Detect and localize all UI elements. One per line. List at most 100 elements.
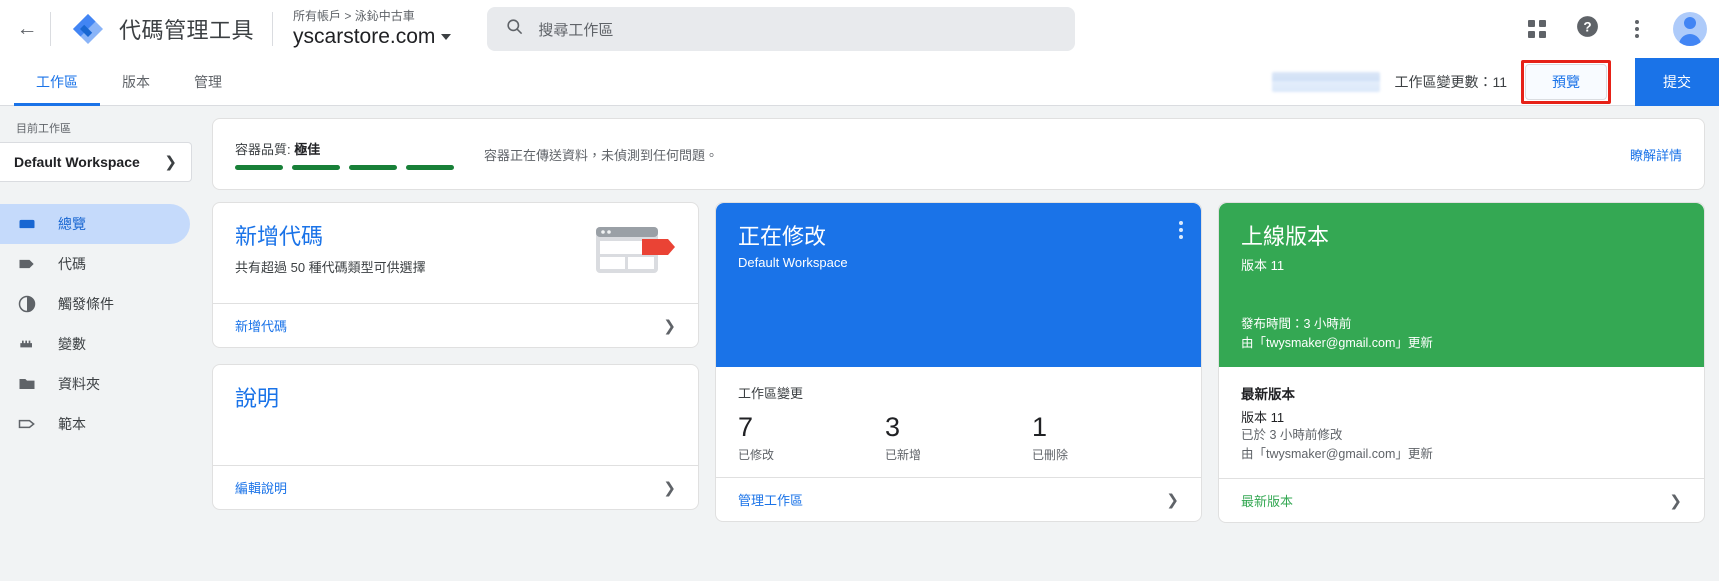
stat-deleted-value: 1	[1032, 412, 1048, 442]
avatar[interactable]	[1673, 12, 1707, 46]
chevron-right-icon: ❯	[164, 154, 177, 171]
sidebar-item-variables-label: 變數	[58, 336, 86, 352]
help-card-head: 說明	[213, 365, 698, 465]
breadcrumb: 所有帳戶 > 泳鈊中古車	[293, 8, 415, 23]
preview-button-wrapper: 預覽	[1521, 59, 1611, 104]
chevron-right-icon: ❯	[1669, 492, 1682, 510]
live-version-meta: 發布時間：3 小時前 由「twysmaker@gmail.com」更新	[1241, 315, 1682, 353]
main-content: 容器品質: 極佳 容器正在傳送資料，未偵測到任何問題。 瞭解詳情 新增代碼 共有…	[202, 106, 1719, 581]
help-circle-icon: ?	[1575, 14, 1600, 44]
tab-admin[interactable]: 管理	[172, 58, 244, 105]
product-name: 代碼管理工具	[119, 18, 255, 43]
help-button[interactable]: ?	[1565, 7, 1609, 51]
help-card-footer[interactable]: 編輯說明 ❯	[213, 465, 698, 509]
new-tag-subtitle: 共有超過 50 種代碼類型可供選擇	[235, 260, 426, 275]
header-actions: ?	[1515, 7, 1707, 51]
workspace-card-subtitle: Default Workspace	[738, 255, 848, 270]
chevron-down-icon	[441, 33, 452, 40]
sidebar: 目前工作區 Default Workspace ❯ 總覽 代碼 觸發條件 變數 …	[0, 106, 202, 581]
stat-added: 3 已新增	[885, 410, 1032, 463]
quality-left: 容器品質: 極佳	[235, 139, 454, 170]
tab-versions[interactable]: 版本	[100, 58, 172, 105]
container-name: yscarstore.com	[293, 24, 436, 48]
live-version-card-footer[interactable]: 最新版本 ❯	[1219, 478, 1704, 522]
apps-grid-button[interactable]	[1515, 7, 1559, 51]
quality-bar	[235, 164, 283, 170]
sidebar-item-triggers-label: 觸發條件	[58, 296, 114, 312]
workspace-changes-value: 11	[1492, 73, 1507, 90]
latest-version-footer-label: 最新版本	[1241, 494, 1294, 509]
tab-admin-label: 管理	[194, 73, 222, 90]
quality-title-prefix: 容器品質:	[235, 141, 291, 157]
sidebar-item-triggers[interactable]: 觸發條件	[0, 284, 190, 324]
tab-bar: 工作區 版本 管理 工作區變更數：11 預覽 提交	[0, 57, 1719, 106]
stat-modified-caption: 已修改	[738, 448, 775, 462]
variable-icon	[16, 333, 38, 355]
workspace-changes-count: 工作區變更數：11	[1394, 72, 1507, 92]
overview-icon	[16, 213, 38, 235]
account-block: 所有帳戶 > 泳鈊中古車 yscarstore.com	[273, 8, 452, 50]
submit-button[interactable]: 提交	[1635, 57, 1719, 106]
quality-bar	[406, 164, 454, 170]
latest-version-modified: 已於 3 小時前修改	[1241, 428, 1343, 442]
more-vert-icon	[1179, 221, 1183, 225]
sidebar-item-variables[interactable]: 變數	[0, 324, 190, 364]
sidebar-item-templates[interactable]: 範本	[0, 404, 190, 444]
help-card: 說明 編輯說明 ❯	[212, 364, 699, 510]
workspace-card-footer[interactable]: 管理工作區 ❯	[716, 477, 1201, 521]
workspace-stats-label: 工作區變更	[738, 386, 804, 401]
live-version-head: 上線版本 版本 11 發布時間：3 小時前 由「twysmaker@gmail.…	[1219, 203, 1704, 367]
sidebar-item-folders[interactable]: 資料夾	[0, 364, 190, 404]
quality-description: 容器正在傳送資料，未偵測到任何問題。	[484, 147, 719, 163]
overview-cards-row: 新增代碼 共有超過 50 種代碼類型可供選擇 新增代碼 ❯ 說明 編輯說明 ❯ …	[212, 202, 1705, 523]
stat-added-caption: 已新增	[885, 448, 922, 462]
quality-learn-more-link[interactable]: 瞭解詳情	[1630, 145, 1682, 164]
current-workspace-label: 目前工作區	[16, 123, 71, 135]
workspace-card-menu-button[interactable]	[1179, 221, 1183, 239]
help-title: 說明	[235, 386, 280, 411]
column-right: 上線版本 版本 11 發布時間：3 小時前 由「twysmaker@gmail.…	[1218, 202, 1705, 523]
redacted-label	[1272, 71, 1381, 92]
quality-title: 容器品質: 極佳	[235, 139, 454, 158]
workspace-changes-label: 工作區變更數：	[1394, 73, 1493, 90]
preview-button[interactable]: 預覽	[1525, 63, 1607, 100]
search-icon	[505, 17, 524, 41]
container-selector[interactable]: yscarstore.com	[293, 24, 452, 50]
search-input[interactable]: 搜尋工作區	[487, 7, 1076, 51]
sidebar-item-templates-label: 範本	[58, 416, 86, 432]
stat-deleted: 1 已刪除	[1032, 410, 1179, 463]
back-button[interactable]: ←	[4, 6, 50, 52]
chevron-right-icon: ❯	[663, 317, 676, 335]
tab-versions-label: 版本	[122, 73, 150, 90]
new-tag-card: 新增代碼 共有超過 50 種代碼類型可供選擇 新增代碼 ❯	[212, 202, 699, 348]
stat-deleted-caption: 已刪除	[1032, 448, 1069, 462]
sidebar-item-tags[interactable]: 代碼	[0, 244, 190, 284]
brand-block[interactable]: 代碼管理工具	[51, 12, 272, 46]
new-tag-title: 新增代碼	[235, 224, 324, 249]
tab-workspace[interactable]: 工作區	[14, 58, 100, 106]
quality-bar	[349, 164, 397, 170]
stat-modified: 7 已修改	[738, 410, 885, 463]
new-tag-footer-label: 新增代碼	[235, 319, 288, 334]
more-options-button[interactable]	[1615, 7, 1659, 51]
app-header: ← 代碼管理工具 所有帳戶 > 泳鈊中古車 yscarstore.com 搜尋工…	[0, 0, 1719, 58]
live-version-published: 發布時間：3 小時前	[1241, 317, 1352, 331]
tab-list: 工作區 版本 管理	[0, 58, 244, 106]
chevron-right-icon: ❯	[1166, 491, 1179, 509]
folder-icon	[16, 373, 38, 395]
workspace-selector[interactable]: Default Workspace ❯	[0, 142, 192, 182]
container-quality-banner: 容器品質: 極佳 容器正在傳送資料，未偵測到任何問題。 瞭解詳情	[212, 118, 1705, 190]
tab-workspace-label: 工作區	[36, 73, 78, 90]
help-footer-label: 編輯說明	[235, 481, 288, 496]
new-tag-text: 新增代碼 共有超過 50 種代碼類型可供選擇	[235, 223, 426, 276]
workspace-card: 正在修改 Default Workspace 工作區變更 7 已修改 3 已新增…	[715, 202, 1202, 522]
page-body: 目前工作區 Default Workspace ❯ 總覽 代碼 觸發條件 變數 …	[0, 106, 1719, 581]
tab-bar-actions: 工作區變更數：11 預覽 提交	[1272, 57, 1719, 106]
stat-added-value: 3	[885, 412, 901, 442]
column-left: 新增代碼 共有超過 50 種代碼類型可供選擇 新增代碼 ❯ 說明 編輯說明 ❯	[212, 202, 699, 510]
live-version-card: 上線版本 版本 11 發布時間：3 小時前 由「twysmaker@gmail.…	[1218, 202, 1705, 523]
sidebar-item-overview[interactable]: 總覽	[0, 204, 190, 244]
new-tag-card-head: 新增代碼 共有超過 50 種代碼類型可供選擇	[213, 203, 698, 303]
new-tag-card-footer[interactable]: 新增代碼 ❯	[213, 303, 698, 347]
arrow-back-icon: ←	[16, 17, 38, 40]
